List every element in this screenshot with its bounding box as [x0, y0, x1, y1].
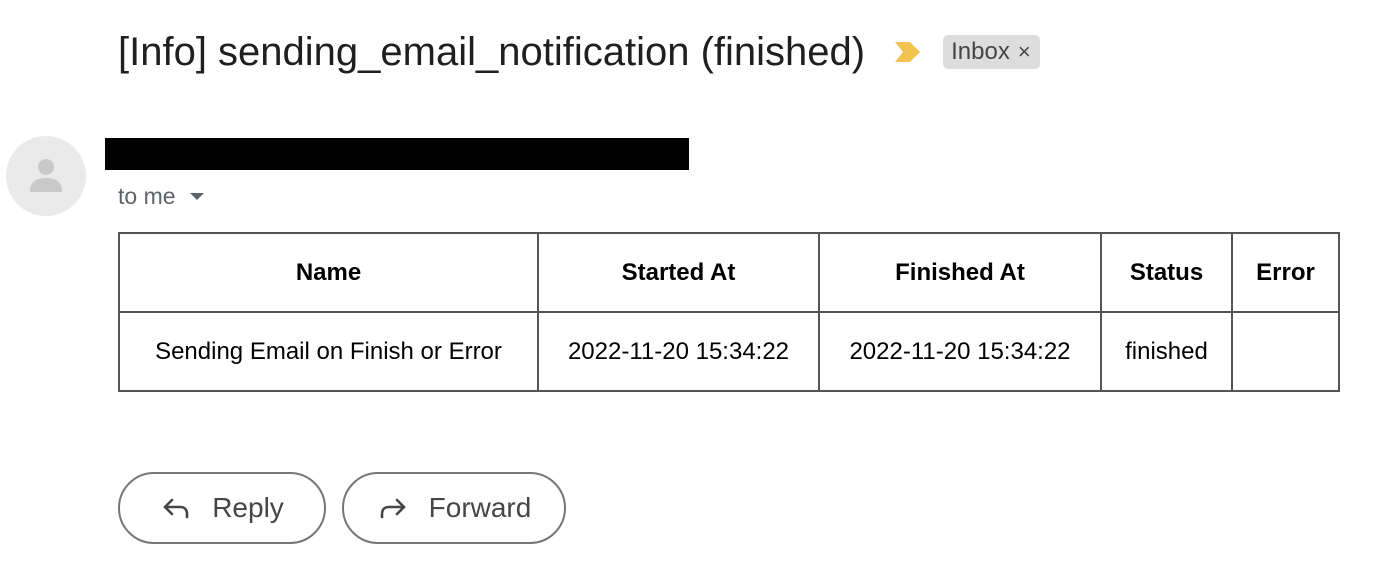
cell-finished-at: 2022-11-20 15:34:22: [818, 311, 1102, 392]
reply-label: Reply: [212, 492, 284, 523]
header-name: Name: [118, 232, 539, 313]
reply-icon: [160, 492, 192, 524]
label-chip-text: Inbox: [951, 38, 1010, 65]
recipient-details[interactable]: to me: [118, 180, 204, 212]
label-chip-inbox[interactable]: Inbox ×: [943, 35, 1040, 69]
forward-button[interactable]: Forward: [342, 472, 566, 544]
cell-error: [1231, 311, 1340, 392]
importance-marker-icon[interactable]: [893, 41, 921, 63]
header-finished-at: Finished At: [818, 232, 1102, 313]
job-table: Name Started At Finished At Status Error…: [118, 232, 1340, 392]
table-header-row: Name Started At Finished At Status Error: [118, 232, 1340, 313]
header-started-at: Started At: [537, 232, 820, 313]
caret-down-icon[interactable]: [189, 192, 204, 200]
reply-button[interactable]: Reply: [118, 472, 326, 544]
forward-label: Forward: [428, 492, 532, 523]
forward-icon: [377, 492, 409, 524]
subject-row: [Info] sending_email_notification (finis…: [118, 22, 1040, 82]
email-subject: [Info] sending_email_notification (finis…: [118, 29, 866, 74]
cell-name: Sending Email on Finish or Error: [118, 311, 539, 392]
cell-started-at: 2022-11-20 15:34:22: [537, 311, 820, 392]
sender-redacted: [105, 138, 689, 170]
cell-status: finished: [1100, 311, 1233, 392]
sender-avatar: [6, 136, 86, 216]
person-icon: [30, 159, 62, 192]
table-row: Sending Email on Finish or Error 2022-11…: [118, 311, 1340, 392]
header-error: Error: [1231, 232, 1340, 313]
label-remove-icon[interactable]: ×: [1018, 41, 1031, 63]
recipient-text: to me: [118, 182, 176, 209]
header-status: Status: [1100, 232, 1233, 313]
